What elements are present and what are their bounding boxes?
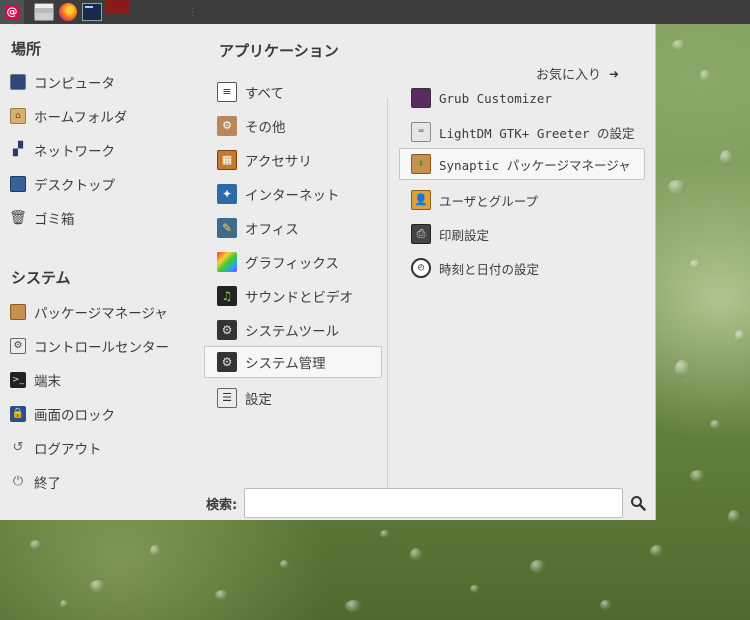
category-system-admin[interactable]: ⚙ システム管理 (204, 346, 382, 378)
search-label: 検索: (206, 498, 238, 513)
system-heading: システム (11, 269, 71, 287)
power-icon: ⏻ (12, 474, 24, 489)
applications-menu-button[interactable]: @ (0, 0, 24, 24)
sound-video-icon: ♫ (217, 286, 237, 306)
category-graphics[interactable]: グラフィックス (212, 246, 382, 278)
category-settings[interactable]: ☰ 設定 (212, 382, 382, 414)
category-all[interactable]: ≡ すべて (212, 76, 382, 108)
category-internet[interactable]: ✦ インターネット (212, 178, 382, 210)
accessories-icon: ▦ (217, 150, 237, 170)
app-grub-customizer[interactable]: Grub Customizer (405, 82, 643, 114)
desktop-icon (10, 176, 26, 192)
firefox-icon (59, 3, 77, 21)
synaptic-icon: ⬇ (411, 154, 431, 174)
window-button[interactable] (106, 0, 130, 14)
category-office[interactable]: ✎ オフィス (212, 212, 382, 244)
category-accessories[interactable]: ▦ アクセサリ (212, 144, 382, 176)
category-other[interactable]: ⚙ その他 (212, 110, 382, 142)
column-separator (387, 98, 388, 508)
system-terminal[interactable]: >_ 端末 (10, 364, 61, 396)
other-icon: ⚙ (217, 116, 237, 136)
lock-screen-icon: 🔒 (10, 406, 26, 422)
system-lock-screen[interactable]: 🔒 画面のロック (10, 398, 115, 430)
settings-icon: ☰ (217, 388, 237, 408)
home-folder-icon: ⌂ (10, 108, 26, 124)
internet-icon: ✦ (217, 184, 237, 204)
app-time-date-settings[interactable]: ◴ 時刻と日付の設定 (405, 252, 643, 284)
favorites-button[interactable]: お気に入り ➜ (536, 64, 620, 84)
network-icon: ▞ (13, 142, 23, 157)
terminal-icon: >_ (10, 372, 26, 388)
package-manager-icon (10, 304, 26, 320)
places-heading: 場所 (11, 40, 42, 58)
all-apps-icon: ≡ (217, 82, 237, 102)
printer-icon: ⎙ (411, 224, 431, 244)
logout-icon: ↺ (12, 440, 24, 455)
firefox-launcher[interactable] (56, 0, 80, 24)
grub-customizer-icon (411, 88, 431, 108)
graphics-icon (217, 252, 237, 272)
debian-menu-icon: @ (5, 5, 19, 19)
system-logout[interactable]: ↺ ログアウト (10, 432, 102, 464)
panel-separator: ⋮ (188, 6, 198, 18)
trash-icon: 🗑 (9, 210, 27, 226)
lightdm-icon: ⌨ (411, 122, 431, 142)
users-groups-icon: 👤 (411, 190, 431, 210)
top-panel: @ ⋮ (0, 0, 750, 24)
terminal-launcher[interactable] (80, 0, 104, 24)
terminal-icon (82, 3, 102, 21)
place-computer[interactable]: コンピュータ (10, 66, 115, 98)
control-center-icon: ⚙ (10, 338, 26, 354)
place-network[interactable]: ▞ ネットワーク (10, 134, 115, 166)
place-trash[interactable]: 🗑 ゴミ箱 (9, 202, 74, 234)
system-control-center[interactable]: ⚙ コントロールセンター (10, 330, 169, 362)
app-synaptic[interactable]: ⬇ Synaptic パッケージマネージャ (399, 148, 645, 180)
computer-icon (10, 74, 26, 90)
system-admin-icon: ⚙ (217, 352, 237, 372)
search-input[interactable] (244, 488, 623, 518)
file-manager-launcher[interactable] (32, 0, 56, 24)
office-icon: ✎ (217, 218, 237, 238)
system-shutdown[interactable]: ⏻ 終了 (10, 466, 61, 498)
app-print-settings[interactable]: ⎙ 印刷設定 (405, 218, 643, 250)
applications-heading: アプリケーション (219, 42, 339, 60)
search-button[interactable] (628, 493, 648, 513)
search-icon (631, 496, 646, 511)
system-package-manager[interactable]: パッケージマネージャ (10, 296, 168, 328)
system-tools-icon: ⚙ (217, 320, 237, 340)
app-lightdm-greeter-settings[interactable]: ⌨ LightDM GTK+ Greeter の設定 (405, 116, 643, 148)
file-manager-icon (34, 3, 54, 21)
category-sound-video[interactable]: ♫ サウンドとビデオ (212, 280, 382, 312)
application-menu: 場所 コンピュータ ⌂ ホームフォルダ ▞ ネットワーク デスクトップ 🗑 ゴミ… (0, 24, 656, 520)
category-system-tools[interactable]: ⚙ システムツール (212, 314, 382, 346)
arrow-right-icon: ➜ (609, 66, 620, 81)
place-home-folder[interactable]: ⌂ ホームフォルダ (10, 100, 127, 132)
place-desktop[interactable]: デスクトップ (10, 168, 115, 200)
clock-icon: ◴ (411, 258, 431, 278)
app-users-groups[interactable]: 👤 ユーザとグループ (405, 184, 643, 216)
